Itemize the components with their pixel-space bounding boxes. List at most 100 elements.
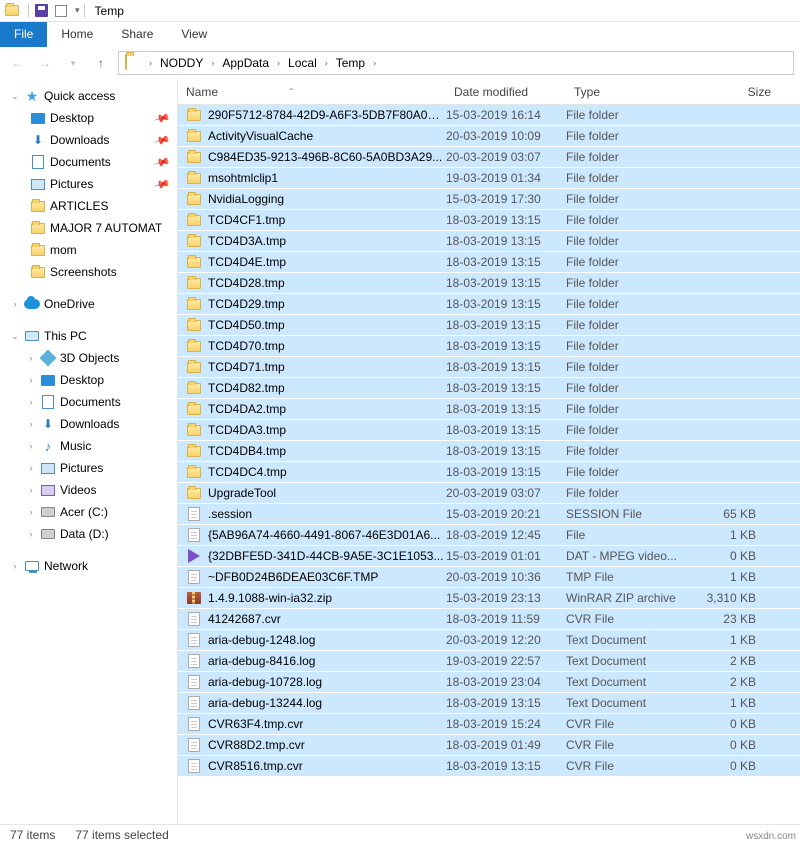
table-row[interactable]: TCD4DC4.tmp18-03-2019 13:15File folder: [178, 462, 800, 483]
tree-item[interactable]: ARTICLES: [0, 195, 177, 217]
chevron-right-icon[interactable]: ›: [26, 353, 36, 363]
cell-date: 20-03-2019 03:07: [446, 486, 566, 500]
tab-file[interactable]: File: [0, 22, 47, 47]
chevron-right-icon[interactable]: ›: [26, 375, 36, 385]
tree-item[interactable]: Documents📌: [0, 151, 177, 173]
tree-item[interactable]: mom: [0, 239, 177, 261]
tree-item[interactable]: ›Videos: [0, 479, 177, 501]
table-row[interactable]: aria-debug-8416.log19-03-2019 22:57Text …: [178, 651, 800, 672]
tree-item[interactable]: ›⬇Downloads: [0, 413, 177, 435]
crumb-appdata[interactable]: AppData: [218, 54, 273, 72]
cell-type: File folder: [566, 255, 690, 269]
table-row[interactable]: TCD4D4E.tmp18-03-2019 13:15File folder: [178, 252, 800, 273]
crumb-local[interactable]: Local: [284, 54, 321, 72]
forward-button[interactable]: →: [34, 52, 56, 74]
col-size[interactable]: Size: [690, 85, 780, 99]
table-row[interactable]: 41242687.cvr18-03-2019 11:59CVR File23 K…: [178, 609, 800, 630]
tree-item[interactable]: ›Acer (C:): [0, 501, 177, 523]
chevron-right-icon[interactable]: ›: [26, 441, 36, 451]
table-row[interactable]: CVR88D2.tmp.cvr18-03-2019 01:49CVR File0…: [178, 735, 800, 756]
table-row[interactable]: ~DFB0D24B6DEAE03C6F.TMP20-03-2019 10:36T…: [178, 567, 800, 588]
table-row[interactable]: {32DBFE5D-341D-44CB-9A5E-3C1E1053...15-0…: [178, 546, 800, 567]
tree-onedrive[interactable]: › OneDrive: [0, 293, 177, 315]
table-row[interactable]: TCD4D82.tmp18-03-2019 13:15File folder: [178, 378, 800, 399]
tab-share[interactable]: Share: [107, 22, 167, 47]
tree-item[interactable]: ⬇Downloads📌: [0, 129, 177, 151]
qat-dropdown-icon[interactable]: ▾: [75, 5, 80, 16]
nav-tree[interactable]: ⌄ ★ Quick access Desktop📌⬇Downloads📌Docu…: [0, 79, 178, 824]
up-button[interactable]: ↑: [90, 52, 112, 74]
table-row[interactable]: .session15-03-2019 20:21SESSION File65 K…: [178, 504, 800, 525]
col-type[interactable]: Type: [566, 85, 690, 99]
cell-type: File folder: [566, 423, 690, 437]
tree-network[interactable]: › Network: [0, 555, 177, 577]
table-row[interactable]: TCD4CF1.tmp18-03-2019 13:15File folder: [178, 210, 800, 231]
table-row[interactable]: TCD4DA2.tmp18-03-2019 13:15File folder: [178, 399, 800, 420]
tree-item[interactable]: ›Documents: [0, 391, 177, 413]
tree-label: Network: [44, 559, 177, 573]
table-row[interactable]: NvidiaLogging15-03-2019 17:30File folder: [178, 189, 800, 210]
table-row[interactable]: msohtmlclip119-03-2019 01:34File folder: [178, 168, 800, 189]
tree-item[interactable]: ›Pictures: [0, 457, 177, 479]
chevron-right-icon[interactable]: ›: [26, 507, 36, 517]
col-name[interactable]: Name⌃: [178, 85, 446, 99]
chevron-right-icon[interactable]: ›: [26, 463, 36, 473]
tree-item[interactable]: Screenshots: [0, 261, 177, 283]
chevron-right-icon[interactable]: ›: [321, 58, 332, 68]
table-row[interactable]: ActivityVisualCache20-03-2019 10:09File …: [178, 126, 800, 147]
table-row[interactable]: UpgradeTool20-03-2019 03:07File folder: [178, 483, 800, 504]
table-row[interactable]: 290F5712-8784-42D9-A6F3-5DB7F80A0C...15-…: [178, 105, 800, 126]
down-icon: ⬇: [40, 416, 56, 432]
chevron-right-icon[interactable]: ›: [26, 485, 36, 495]
chevron-right-icon[interactable]: ›: [369, 58, 380, 68]
properties-icon[interactable]: [53, 3, 69, 19]
cell-size: 0 KB: [690, 759, 764, 773]
col-date[interactable]: Date modified: [446, 85, 566, 99]
chevron-down-icon[interactable]: ⌄: [10, 331, 20, 342]
chevron-right-icon[interactable]: ›: [26, 397, 36, 407]
table-row[interactable]: TCD4DA3.tmp18-03-2019 13:15File folder: [178, 420, 800, 441]
crumb-temp[interactable]: Temp: [332, 54, 369, 72]
table-row[interactable]: CVR63F4.tmp.cvr18-03-2019 15:24CVR File0…: [178, 714, 800, 735]
table-row[interactable]: TCD4D70.tmp18-03-2019 13:15File folder: [178, 336, 800, 357]
breadcrumb[interactable]: › NODDY › AppData › Local › Temp ›: [118, 51, 794, 75]
table-row[interactable]: aria-debug-13244.log18-03-2019 13:15Text…: [178, 693, 800, 714]
tab-home[interactable]: Home: [47, 22, 107, 47]
chevron-right-icon[interactable]: ›: [26, 419, 36, 429]
table-row[interactable]: TCD4D29.tmp18-03-2019 13:15File folder: [178, 294, 800, 315]
table-row[interactable]: TCD4DB4.tmp18-03-2019 13:15File folder: [178, 441, 800, 462]
tree-item[interactable]: ›3D Objects: [0, 347, 177, 369]
table-row[interactable]: TCD4D3A.tmp18-03-2019 13:15File folder: [178, 231, 800, 252]
table-row[interactable]: C984ED35-9213-496B-8C60-5A0BD3A29...20-0…: [178, 147, 800, 168]
tree-item[interactable]: Pictures📌: [0, 173, 177, 195]
cell-type: CVR File: [566, 738, 690, 752]
recent-dropdown-icon[interactable]: ▾: [62, 52, 84, 74]
table-row[interactable]: 1.4.9.1088-win-ia32.zip15-03-2019 23:13W…: [178, 588, 800, 609]
tree-label: Quick access: [44, 89, 177, 103]
chevron-right-icon[interactable]: ›: [26, 529, 36, 539]
chevron-right-icon[interactable]: ›: [10, 561, 20, 571]
table-row[interactable]: aria-debug-10728.log18-03-2019 23:04Text…: [178, 672, 800, 693]
chevron-right-icon[interactable]: ›: [145, 58, 156, 68]
tree-this-pc[interactable]: ⌄ This PC: [0, 325, 177, 347]
tree-item[interactable]: MAJOR 7 AUTOMAT: [0, 217, 177, 239]
table-row[interactable]: aria-debug-1248.log20-03-2019 12:20Text …: [178, 630, 800, 651]
table-row[interactable]: {5AB96A74-4660-4491-8067-46E3D01A6...18-…: [178, 525, 800, 546]
crumb-noddy[interactable]: NODDY: [156, 54, 207, 72]
table-row[interactable]: CVR8516.tmp.cvr18-03-2019 13:15CVR File0…: [178, 756, 800, 777]
tree-quick-access[interactable]: ⌄ ★ Quick access: [0, 85, 177, 107]
chevron-right-icon[interactable]: ›: [273, 58, 284, 68]
save-icon[interactable]: [33, 3, 49, 19]
table-row[interactable]: TCD4D71.tmp18-03-2019 13:15File folder: [178, 357, 800, 378]
table-row[interactable]: TCD4D28.tmp18-03-2019 13:15File folder: [178, 273, 800, 294]
tab-view[interactable]: View: [167, 22, 221, 47]
chevron-down-icon[interactable]: ⌄: [10, 91, 20, 102]
chevron-right-icon[interactable]: ›: [10, 299, 20, 309]
tree-item[interactable]: ›Desktop: [0, 369, 177, 391]
tree-item[interactable]: ›Data (D:): [0, 523, 177, 545]
tree-item[interactable]: ›♪Music: [0, 435, 177, 457]
table-row[interactable]: TCD4D50.tmp18-03-2019 13:15File folder: [178, 315, 800, 336]
back-button[interactable]: ←: [6, 52, 28, 74]
chevron-right-icon[interactable]: ›: [207, 58, 218, 68]
tree-item[interactable]: Desktop📌: [0, 107, 177, 129]
